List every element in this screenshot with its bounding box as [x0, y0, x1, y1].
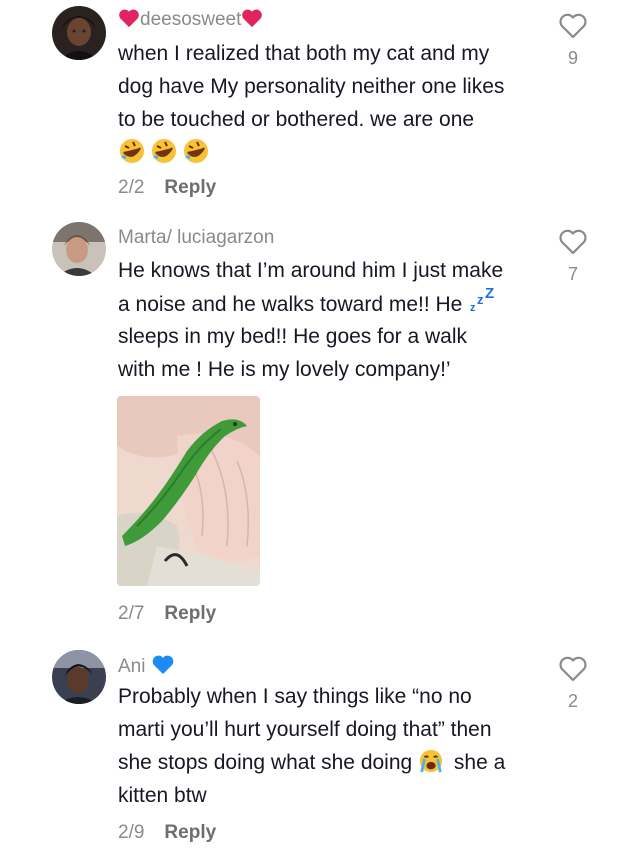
comment-photo[interactable]	[117, 396, 260, 586]
rofl-emoji	[182, 137, 210, 170]
comment-meta: 2/9 Reply	[118, 822, 216, 844]
comment-line: kitten btw	[118, 784, 207, 807]
comment-line: Probably when I say things like “no no	[118, 685, 472, 708]
comment-line-text: she a	[453, 751, 506, 774]
reply-button[interactable]: Reply	[164, 603, 216, 624]
svg-text:z: z	[470, 302, 476, 313]
comment-line: to be touched or bothered. we are one	[118, 108, 475, 131]
comment-text: Probably when I say things like “no no m…	[118, 680, 548, 812]
comment-text: He knows that I’m around him I just make…	[118, 254, 548, 386]
like-button[interactable]: 9	[556, 12, 590, 69]
comments-list: deesosweet when I realized that both my …	[0, 0, 640, 853]
username[interactable]: Ani	[118, 654, 175, 681]
comment-line-text: a noise and he walks toward me!! He	[118, 293, 463, 316]
svg-text:Z: Z	[485, 287, 494, 302]
like-count: 9	[567, 48, 578, 68]
heart-outline-icon	[559, 229, 587, 255]
reply-button[interactable]: Reply	[164, 177, 216, 198]
rofl-emoji	[150, 137, 178, 170]
reply-button[interactable]: Reply	[164, 822, 216, 843]
comment-line-text: she stops doing what she doing	[118, 751, 413, 774]
comment-text: when I realized that both my cat and my …	[118, 37, 548, 136]
comment-line: when I realized that both my cat and my	[118, 42, 490, 65]
svg-text:z: z	[477, 292, 484, 307]
avatar[interactable]	[52, 222, 106, 276]
avatar[interactable]	[52, 650, 106, 704]
comment-line: marti you’ll hurt yourself doing that” t…	[118, 718, 492, 741]
like-count: 7	[567, 264, 578, 284]
comment-line: He knows that I’m around him I just make	[118, 259, 504, 282]
comment-meta: 2/2 Reply	[118, 177, 216, 199]
rofl-emoji	[118, 137, 146, 170]
username-text: deesosweet	[140, 9, 242, 30]
red-heart-emoji	[241, 8, 263, 34]
heart-outline-icon	[559, 656, 587, 682]
red-heart-emoji	[118, 8, 140, 34]
comment-line: with me ! He is my lovely company!’	[118, 358, 451, 381]
like-count: 2	[567, 691, 578, 711]
like-button[interactable]: 2	[556, 655, 590, 712]
reply-index: 2/2	[118, 177, 145, 198]
username-text: Marta/ luciagarzon	[118, 227, 275, 248]
reply-index: 2/7	[118, 603, 145, 624]
username[interactable]: Marta/ luciagarzon	[118, 227, 274, 249]
username[interactable]: deesosweet	[118, 8, 263, 34]
avatar[interactable]	[52, 6, 106, 60]
like-button[interactable]: 7	[556, 228, 590, 285]
blue-heart-emoji	[151, 654, 175, 681]
comment-line: sleeps in my bed!! He goes for a walk	[118, 325, 468, 348]
comment-meta: 2/7 Reply	[118, 603, 216, 625]
emoji-row	[118, 137, 214, 170]
heart-outline-icon	[559, 13, 587, 39]
comment-line: she stops doing what she doing she a	[118, 746, 548, 779]
reply-index: 2/9	[118, 822, 145, 843]
zzz-emoji: zzZ	[468, 285, 496, 323]
crying-face-emoji	[418, 748, 444, 784]
comment-line: dog have My personality neither one like…	[118, 75, 505, 98]
comment-line: a noise and he walks toward me!! He zzZ	[118, 285, 548, 323]
username-text: Ani	[118, 656, 146, 677]
